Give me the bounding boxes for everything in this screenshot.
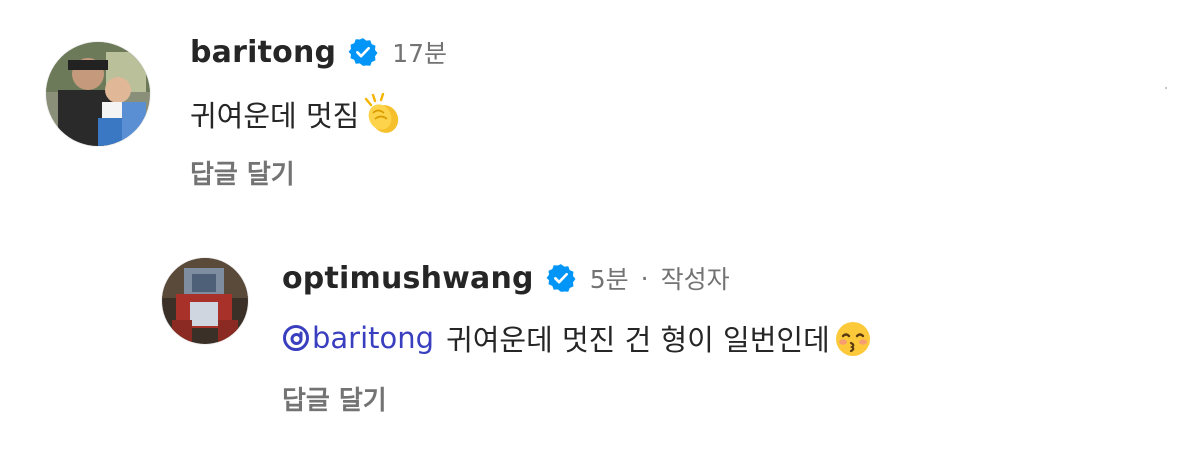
threads-at-icon xyxy=(282,324,310,352)
avatar[interactable] xyxy=(46,42,150,146)
mention-username[interactable]: baritong xyxy=(312,321,434,355)
avatar[interactable] xyxy=(162,258,248,344)
kissing-face-icon xyxy=(832,317,874,359)
username[interactable]: baritong xyxy=(190,35,336,70)
more-options-icon[interactable] xyxy=(1156,78,1176,98)
verified-badge-icon xyxy=(546,263,576,293)
mention-link[interactable]: baritong xyxy=(282,321,434,355)
comment-text: 귀여운데 멋진 건 형이 일번인데 xyxy=(446,323,830,357)
comment-time: 5분 xyxy=(589,265,629,294)
comment-time: 17분 xyxy=(392,39,447,68)
username[interactable]: optimushwang xyxy=(282,261,534,296)
separator-dot: · xyxy=(640,263,649,293)
reply-button[interactable]: 답글 달기 xyxy=(282,380,387,417)
verified-badge-icon xyxy=(348,37,378,67)
reply-button[interactable]: 답글 달기 xyxy=(190,154,295,191)
comment-text: 귀여운데 멋짐 xyxy=(190,99,360,133)
author-label: 작성자 xyxy=(660,265,730,294)
clapping-hands-icon xyxy=(361,93,403,135)
